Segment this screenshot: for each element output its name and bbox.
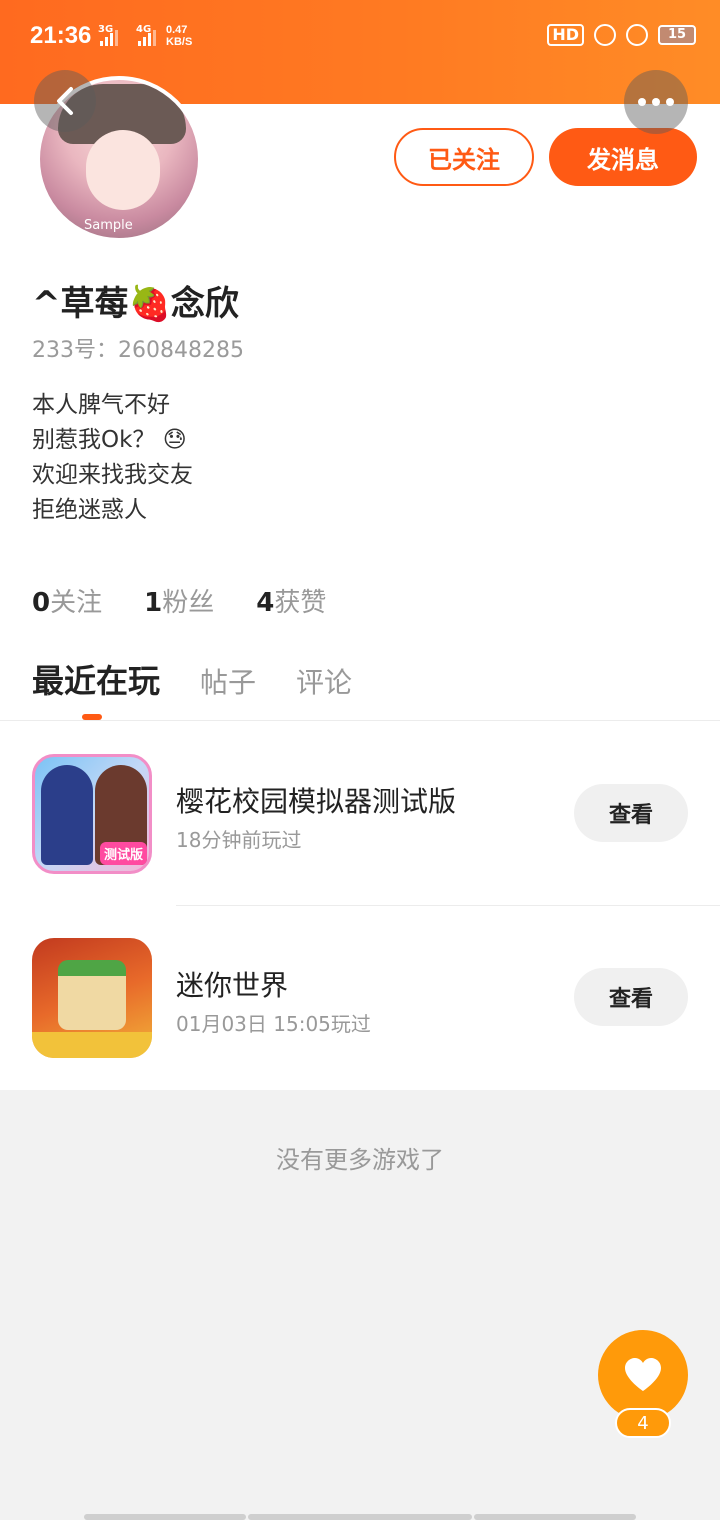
more-dot-icon [652,98,660,106]
tab-posts[interactable]: 帖子 [200,661,256,701]
avatar-face [86,130,160,210]
stat-fans[interactable]: 1粉丝 [144,582,214,619]
nav-hint-bar [84,1514,246,1520]
status-bar: 21:36 3G 4G 0.47 KB/S HD 15 [0,0,720,56]
back-button[interactable] [34,70,96,132]
divider [176,905,720,906]
back-arrow-icon [57,87,73,115]
send-message-button[interactable]: 发消息 [549,128,697,186]
tab-recent-games[interactable]: 最近在玩 [32,656,160,702]
like-button[interactable] [598,1330,688,1420]
lock-icon [626,24,648,46]
stat-following[interactable]: 0关注 [32,582,102,619]
no-more-games-text: 没有更多游戏了 [276,1146,444,1174]
stats-bar: 0关注 1粉丝 4获赞 [32,582,368,619]
game-mode-icon [594,24,616,46]
tab-comments[interactable]: 评论 [296,661,352,701]
game-last-played: 01月03日 15:05玩过 [176,1012,371,1036]
heart-icon [625,1358,661,1391]
mini-world-game-icon [32,938,152,1058]
username: ^草莓🍓念欣 [32,284,239,324]
game-title: 迷你世界 [176,969,289,1002]
user-bio: 本人脾气不好 别惹我Ok？ 😓 欢迎来找我交友 拒绝迷惑人 [32,388,193,528]
bio-line: 别惹我Ok？ 😓 [32,427,187,453]
nav-hint-bar [474,1514,636,1520]
bio-line: 欢迎来找我交友 [32,462,193,488]
user-id: 233号：260848285 [32,338,244,363]
signal-icon-2 [138,30,156,46]
profile-tabs: 最近在玩 帖子 评论 [32,656,392,702]
more-button[interactable] [624,70,688,134]
divider [0,720,720,721]
avatar-sample-tag: Sample [84,218,133,233]
view-game-button[interactable]: 查看 [574,784,688,842]
game-title: 樱花校园模拟器测试版 [176,785,457,818]
following-button[interactable]: 已关注 [394,128,534,186]
view-game-button[interactable]: 查看 [574,968,688,1026]
network-speed: 0.47 KB/S [166,24,193,48]
more-dot-icon [666,98,674,106]
bio-line: 本人脾气不好 [32,392,170,418]
game-list-item[interactable]: 迷你世界 01月03日 15:05玩过 查看 [0,910,720,1090]
nav-hint-bar [248,1514,472,1520]
bio-line: 拒绝迷惑人 [32,497,147,523]
more-dot-icon [638,98,646,106]
game-last-played: 18分钟前玩过 [176,828,302,852]
sakura-game-icon: 测试版 [32,754,152,874]
test-version-badge: 测试版 [99,842,147,865]
like-count-badge: 4 [615,1408,671,1438]
stat-likes[interactable]: 4获赞 [256,582,326,619]
status-time: 21:36 [30,22,92,49]
game-list-item[interactable]: 测试版 樱花校园模拟器测试版 18分钟前玩过 查看 [0,726,720,906]
hd-icon: HD [547,24,584,46]
signal-icon [100,30,118,46]
battery-icon: 15 [658,25,696,45]
